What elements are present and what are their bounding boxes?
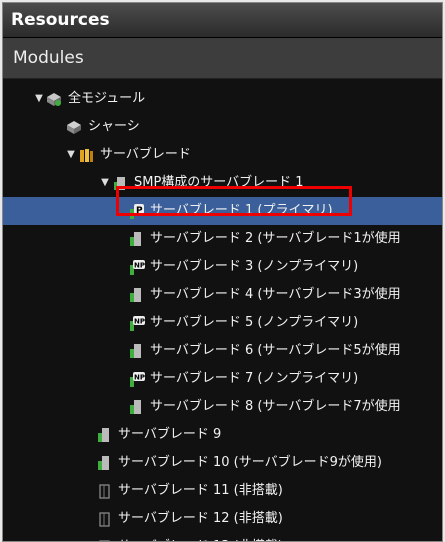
tree-node-blade-13[interactable]: サーバブレード 13 (非搭載) bbox=[3, 533, 442, 541]
tree-label: サーバブレード 13 (非搭載) bbox=[118, 533, 283, 541]
tree-node-blade-1[interactable]: P サーバブレード 1 (プライマリ) bbox=[3, 197, 442, 225]
tree-node-blade-12[interactable]: サーバブレード 12 (非搭載) bbox=[3, 505, 442, 533]
tree-label: サーバブレード bbox=[100, 147, 191, 162]
blade-icon bbox=[127, 342, 145, 360]
svg-text:NP: NP bbox=[134, 262, 145, 270]
tree-node-blade-5[interactable]: NP サーバブレード 5 (ノンプライマリ) bbox=[3, 309, 442, 337]
non-primary-blade-icon: NP bbox=[127, 258, 145, 276]
blade-icon bbox=[95, 454, 113, 472]
tree-label: サーバブレード 3 (ノンプライマリ) bbox=[150, 259, 359, 274]
expand-arrow-icon[interactable]: ▼ bbox=[65, 141, 77, 169]
tree-node-chassis[interactable]: シャーシ bbox=[3, 113, 442, 141]
tree-node-smp-group[interactable]: ▼ SMP構成のサーバブレード 1 bbox=[3, 169, 442, 197]
blade-group-icon bbox=[77, 146, 95, 164]
tree-label: サーバブレード 4 (サーバブレード3が使用 bbox=[150, 287, 401, 302]
primary-blade-icon: P bbox=[127, 202, 145, 220]
tree-node-blade-2[interactable]: サーバブレード 2 (サーバブレード1が使用 bbox=[3, 225, 442, 253]
tree-node-blade-6[interactable]: サーバブレード 6 (サーバブレード5が使用 bbox=[3, 337, 442, 365]
smp-blade-icon bbox=[111, 174, 129, 192]
tree-label: サーバブレード 10 (サーバブレード9が使用) bbox=[118, 455, 382, 470]
modules-section[interactable]: Modules bbox=[3, 38, 442, 79]
blade-icon bbox=[127, 230, 145, 248]
tree-node-blade-9[interactable]: サーバブレード 9 bbox=[3, 421, 442, 449]
tree-label: シャーシ bbox=[88, 119, 140, 134]
tree-label: SMP構成のサーバブレード 1 bbox=[134, 175, 304, 190]
svg-text:NP: NP bbox=[134, 374, 145, 382]
svg-text:NP: NP bbox=[134, 318, 145, 326]
empty-slot-icon bbox=[95, 510, 113, 528]
tree-node-blade-11[interactable]: サーバブレード 11 (非搭載) bbox=[3, 477, 442, 505]
blade-icon bbox=[127, 398, 145, 416]
tree-label: サーバブレード 9 bbox=[118, 427, 222, 442]
tree-label: サーバブレード 12 (非搭載) bbox=[118, 511, 283, 526]
empty-slot-icon bbox=[95, 538, 113, 541]
tree-label: サーバブレード 6 (サーバブレード5が使用 bbox=[150, 343, 401, 358]
tree-label: サーバブレード 7 (ノンプライマリ) bbox=[150, 371, 359, 386]
chassis-icon bbox=[45, 90, 63, 108]
tree-label: サーバブレード 1 (プライマリ) bbox=[150, 203, 333, 218]
tree-node-blade-4[interactable]: サーバブレード 4 (サーバブレード3が使用 bbox=[3, 281, 442, 309]
tree-label: サーバブレード 2 (サーバブレード1が使用 bbox=[150, 231, 401, 246]
tree-label: サーバブレード 11 (非搭載) bbox=[118, 483, 283, 498]
tree-label: サーバブレード 5 (ノンプライマリ) bbox=[150, 315, 359, 330]
expand-arrow-icon[interactable]: ▼ bbox=[33, 85, 45, 113]
tree-node-root[interactable]: ▼ 全モジュール bbox=[3, 85, 442, 113]
blade-icon bbox=[95, 426, 113, 444]
svg-text:P: P bbox=[136, 206, 143, 216]
tree-node-blade-7[interactable]: NP サーバブレード 7 (ノンプライマリ) bbox=[3, 365, 442, 393]
panel-header: Resources bbox=[3, 3, 442, 38]
non-primary-blade-icon: NP bbox=[127, 370, 145, 388]
tree-node-blade-3[interactable]: NP サーバブレード 3 (ノンプライマリ) bbox=[3, 253, 442, 281]
non-primary-blade-icon: NP bbox=[127, 314, 145, 332]
tree-label: サーバブレード 8 (サーバブレード7が使用 bbox=[150, 399, 401, 414]
tree-node-blades-group[interactable]: ▼ サーバブレード bbox=[3, 141, 442, 169]
blade-icon bbox=[127, 286, 145, 304]
resources-panel: Resources Modules ▼ 全モジュール シャーシ ▼ サーバブレー… bbox=[2, 2, 443, 542]
tree-node-blade-10[interactable]: サーバブレード 10 (サーバブレード9が使用) bbox=[3, 449, 442, 477]
expand-arrow-icon[interactable]: ▼ bbox=[99, 169, 111, 197]
chassis-icon bbox=[65, 118, 83, 136]
tree-node-blade-8[interactable]: サーバブレード 8 (サーバブレード7が使用 bbox=[3, 393, 442, 421]
empty-slot-icon bbox=[95, 482, 113, 500]
tree-label: 全モジュール bbox=[68, 91, 146, 106]
